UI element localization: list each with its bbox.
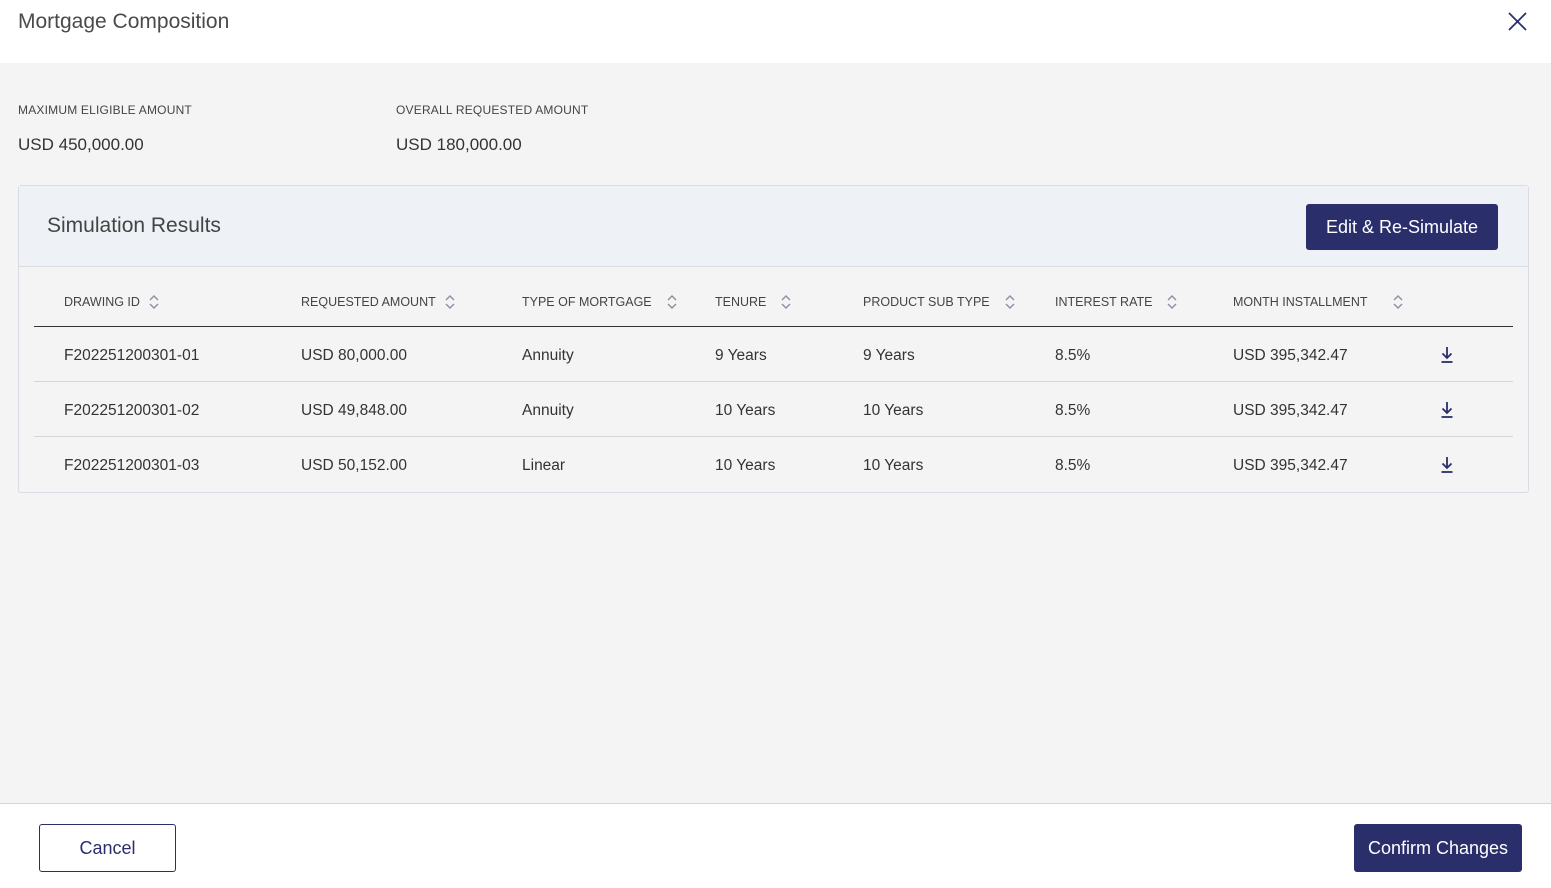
confirm-changes-button[interactable]: Confirm Changes [1354,824,1522,872]
max-eligible-label: MAXIMUM ELIGIBLE AMOUNT [18,103,192,117]
table-row: F202251200301-03 USD 50,152.00 Linear 10… [34,437,1513,492]
table-row: F202251200301-02 USD 49,848.00 Annuity 1… [34,382,1513,437]
sort-icon [445,295,455,309]
cell-product-sub-type: 9 Years [863,347,915,364]
overall-requested-amount: OVERALL REQUESTED AMOUNT USD 180,000.00 [396,103,588,155]
column-tenure[interactable]: TENURE [715,293,792,311]
cell-interest-rate: 8.5% [1055,457,1091,474]
sort-icon [781,295,791,309]
download-icon[interactable] [1439,400,1455,420]
cell-month-installment: USD 395,342.47 [1233,347,1348,364]
max-eligible-amount: MAXIMUM ELIGIBLE AMOUNT USD 450,000.00 [18,103,192,155]
simulation-results-title: Simulation Results [47,214,221,237]
download-icon[interactable] [1439,345,1455,365]
sort-icon [667,295,677,309]
close-icon [1508,12,1527,31]
cell-type-of-mortgage: Annuity [522,402,574,419]
card-header: Simulation Results Edit & Re-Simulate [19,186,1528,267]
cell-tenure: 9 Years [715,347,767,364]
download-icon[interactable] [1439,455,1455,475]
sort-icon [1393,295,1402,309]
cell-tenure: 10 Years [715,402,776,419]
results-table: DRAWING ID REQUESTED AMOUNT TYPE OF MORT… [34,268,1513,492]
cell-product-sub-type: 10 Years [863,402,924,419]
cell-type-of-mortgage: Annuity [522,347,574,364]
cell-type-of-mortgage: Linear [522,457,566,474]
modal-header: Mortgage Composition [0,0,1551,63]
column-type-of-mortgage[interactable]: TYPE OF MORTGAGE [522,293,678,311]
cancel-button[interactable]: Cancel [39,824,176,872]
modal-title: Mortgage Composition [18,10,230,33]
cell-interest-rate: 8.5% [1055,402,1091,419]
simulation-results-card: Simulation Results Edit & Re-Simulate DR… [18,185,1529,493]
overall-requested-value: USD 180,000.00 [396,135,522,154]
cell-requested-amount: USD 49,848.00 [301,402,407,419]
sort-icon [149,295,159,309]
overall-requested-label: OVERALL REQUESTED AMOUNT [396,103,589,117]
edit-resimulate-button[interactable]: Edit & Re-Simulate [1306,204,1498,250]
cell-month-installment: USD 395,342.47 [1233,457,1348,474]
modal-footer: Cancel Confirm Changes [0,803,1551,888]
close-button[interactable] [1503,6,1533,36]
column-month-installment[interactable]: MONTH INSTALLMENT [1233,293,1404,311]
sort-icon [1005,295,1015,309]
cell-drawing-id: F202251200301-02 [64,402,200,419]
column-requested-amount[interactable]: REQUESTED AMOUNT [301,293,456,311]
amount-summary: MAXIMUM ELIGIBLE AMOUNT USD 450,000.00 O… [0,103,1551,173]
cell-drawing-id: F202251200301-03 [64,457,200,474]
max-eligible-value: USD 450,000.00 [18,135,144,154]
cell-requested-amount: USD 80,000.00 [301,347,407,364]
cell-requested-amount: USD 50,152.00 [301,457,407,474]
cell-interest-rate: 8.5% [1055,347,1091,364]
table-header: DRAWING ID REQUESTED AMOUNT TYPE OF MORT… [34,268,1513,327]
column-drawing-id[interactable]: DRAWING ID [64,293,160,311]
table-row: F202251200301-01 USD 80,000.00 Annuity 9… [34,327,1513,382]
sort-icon [1167,295,1177,309]
cell-month-installment: USD 395,342.47 [1233,402,1348,419]
cell-tenure: 10 Years [715,457,776,474]
column-product-sub-type[interactable]: PRODUCT SUB TYPE [863,293,1016,311]
column-interest-rate[interactable]: INTEREST RATE [1055,293,1178,311]
cell-drawing-id: F202251200301-01 [64,347,200,364]
cell-product-sub-type: 10 Years [863,457,924,474]
